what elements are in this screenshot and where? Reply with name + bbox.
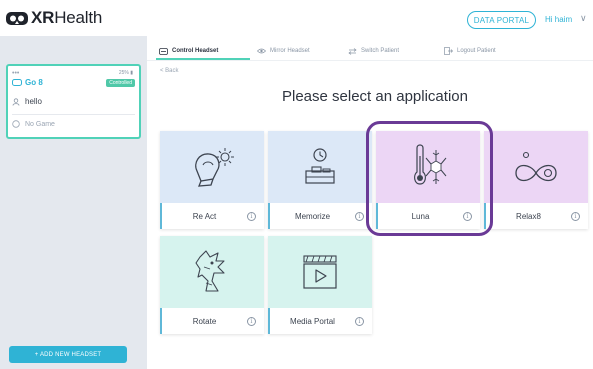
app-label-bar: Memorize i [268, 203, 372, 229]
app-label-bar: Rotate i [160, 308, 264, 334]
infinity-icon [515, 151, 557, 182]
eye-icon [257, 48, 266, 54]
info-icon[interactable]: i [247, 316, 256, 326]
patient-row: hello [12, 97, 42, 106]
patient-name: hello [25, 97, 42, 106]
page-title: Please select an application [282, 88, 468, 105]
headset-name-row: Go 8 [12, 78, 43, 87]
info-icon[interactable]: i [247, 211, 256, 221]
app-card-media-portal[interactable]: Media Portal i [268, 236, 372, 334]
game-icon [12, 120, 20, 128]
headset-card[interactable]: ••• 25% ▮ Go 8 Controlled hello No Game [6, 64, 141, 139]
app-card-relax8[interactable]: Relax8 i [484, 131, 588, 229]
status-badge: Controlled [106, 79, 135, 87]
info-icon[interactable]: i [571, 211, 580, 221]
control-icon [159, 47, 168, 55]
tab-switch-patient[interactable]: Switch Patient [346, 41, 399, 61]
app-card-rotate[interactable]: Rotate i [160, 236, 264, 334]
chevron-down-icon[interactable]: ∨ [580, 13, 587, 24]
logo-text: XRHealth [31, 8, 103, 27]
game-status: No Game [25, 120, 55, 128]
app-label-bar: Relax8 i [484, 203, 588, 229]
app-art [160, 236, 264, 308]
vr-headset-logo-icon [6, 11, 28, 25]
app-label: Media Portal [290, 316, 335, 326]
app-art [268, 131, 372, 203]
app-art [268, 236, 372, 308]
tab-label: Control Headset [172, 48, 219, 54]
video-player-icon [303, 255, 337, 289]
app-card-memorize[interactable]: Memorize i [268, 131, 372, 229]
app-label-bar: Media Portal i [268, 308, 372, 334]
app-art [484, 131, 588, 203]
logout-icon [444, 47, 453, 55]
boxing-glove-icon [195, 148, 234, 187]
info-icon[interactable]: i [355, 316, 364, 326]
tab-logout-patient[interactable]: Logout Patient [442, 41, 496, 61]
app-label: Rotate [192, 316, 217, 326]
data-portal-button[interactable]: DATA PORTAL [467, 11, 536, 29]
switch-icon [348, 47, 357, 55]
selection-highlight [366, 121, 493, 236]
headset-icon [12, 79, 22, 86]
dragon-icon [195, 250, 225, 292]
user-greeting[interactable]: Hi haim [545, 15, 572, 24]
add-new-headset-button[interactable]: + ADD NEW HEADSET [9, 346, 127, 363]
tab-label: Mirror Headset [270, 48, 310, 54]
app-card-react[interactable]: Re Act i [160, 131, 264, 229]
tab-divider [147, 60, 593, 61]
clock-bag-icon [305, 148, 335, 184]
back-link[interactable]: < Back [160, 68, 179, 74]
app-label: Re Act [192, 211, 217, 221]
app-label: Relax8 [516, 211, 541, 221]
app-label-bar: Re Act i [160, 203, 264, 229]
battery-indicator: 25% ▮ [118, 70, 133, 76]
tab-label: Switch Patient [361, 48, 400, 54]
signal-dots-icon: ••• [12, 70, 20, 77]
tab-mirror-headset[interactable]: Mirror Headset [255, 41, 310, 61]
top-bar: XRHealth DATA PORTAL Hi haim ∨ [0, 0, 593, 36]
app-label: Memorize [294, 211, 331, 221]
game-row: No Game [12, 120, 55, 128]
headset-name: Go 8 [25, 78, 43, 87]
app-art [160, 131, 264, 203]
user-icon [12, 97, 20, 106]
logo[interactable]: XRHealth [5, 8, 102, 28]
divider [12, 114, 135, 115]
sidebar: ••• 25% ▮ Go 8 Controlled hello No Game … [0, 36, 147, 369]
info-icon[interactable]: i [355, 211, 364, 221]
active-tab-indicator [156, 58, 250, 60]
tab-label: Logout Patient [457, 48, 496, 54]
